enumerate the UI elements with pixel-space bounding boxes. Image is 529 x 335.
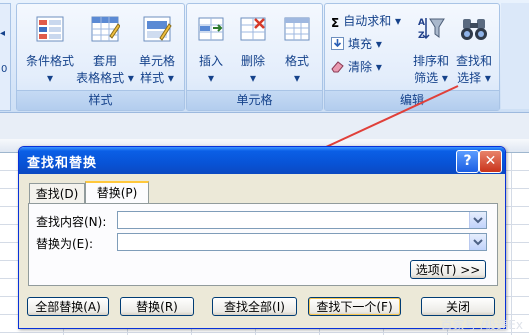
find-what-label: 查找内容(N): [36, 215, 107, 229]
dialog-title: 查找和替换 [27, 156, 98, 171]
help-button[interactable]: ? [456, 150, 479, 173]
tab-find[interactable]: 查找(D) [29, 183, 85, 204]
dialog-titlebar[interactable]: 查找和替换 ? ✕ [19, 147, 505, 174]
options-button[interactable]: 选项(T) >> [410, 260, 486, 279]
close-icon: ✕ [484, 153, 497, 169]
find-all-button[interactable]: 查找全部(I) [212, 297, 297, 316]
replace-with-input[interactable] [118, 234, 472, 250]
find-what-dropdown[interactable] [469, 212, 486, 228]
replace-with-combobox[interactable] [117, 233, 487, 251]
replace-with-label: 替换为(E): [36, 237, 93, 251]
replace-with-dropdown[interactable] [469, 234, 486, 250]
chevron-down-icon [473, 217, 483, 224]
find-what-combobox[interactable] [117, 211, 487, 229]
find-replace-dialog: 查找和替换 ? ✕ 查找(D) 替换(P) 查找内容(N): 替换为(E): 选… [18, 146, 506, 329]
find-what-input[interactable] [118, 212, 472, 228]
close-button[interactable]: 关闭 [421, 297, 495, 316]
help-icon: ? [463, 153, 472, 169]
close-window-button[interactable]: ✕ [479, 150, 502, 173]
watermark-text: 百家号 /极速Ex [440, 318, 523, 332]
find-next-button[interactable]: 查找下一个(F) [308, 297, 401, 316]
chevron-down-icon [473, 239, 483, 246]
replace-button[interactable]: 替换(R) [120, 297, 194, 316]
replace-tab-panel: 查找内容(N): 替换为(E): 选项(T) >> [28, 203, 498, 286]
replace-all-button[interactable]: 全部替换(A) [27, 297, 109, 316]
